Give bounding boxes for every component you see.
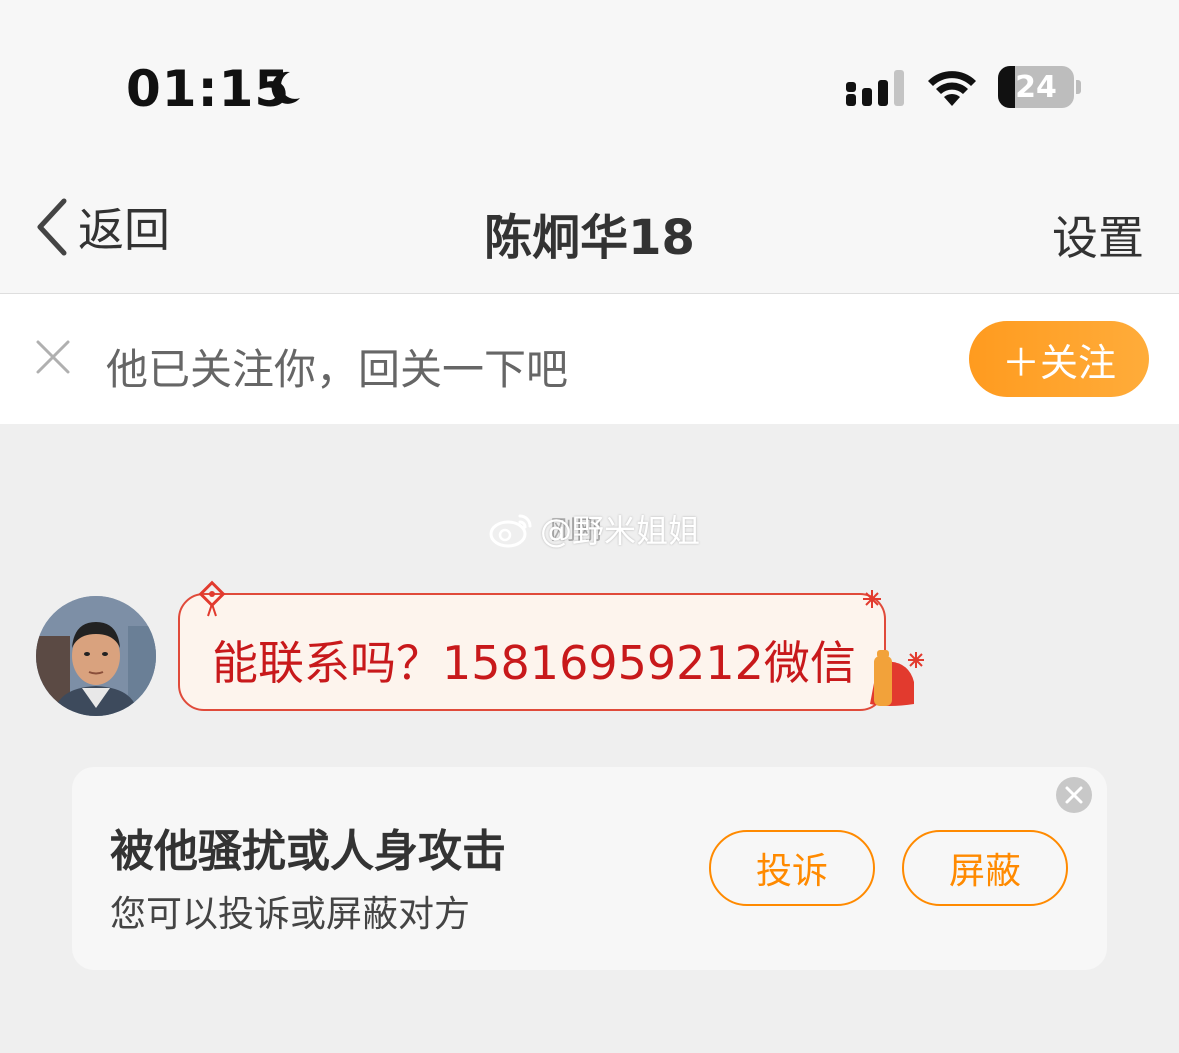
block-button[interactable]: 屏蔽 (902, 830, 1068, 906)
battery-tip (1076, 80, 1081, 94)
page-title: 陈炯华18 (484, 210, 695, 266)
moon-icon (271, 71, 300, 104)
avatar[interactable] (36, 596, 156, 716)
watermark: @野米姐姐 (488, 506, 700, 552)
cellular-signal-icon (846, 70, 904, 106)
nav-bar: 返回 陈炯华18 设置 (0, 160, 1179, 294)
fireworks-decoration-icon (863, 590, 924, 706)
chinese-knot-icon (198, 580, 226, 617)
follow-banner: 他已关注你，回关一下吧 ＋关注 (0, 294, 1179, 424)
watermark-text: @野米姐姐 (540, 512, 701, 550)
close-icon[interactable] (1056, 777, 1092, 813)
close-icon[interactable] (34, 338, 72, 376)
report-button[interactable]: 投诉 (709, 830, 875, 906)
battery-icon: 24 (998, 66, 1074, 108)
status-bar: 01:15 24 (0, 0, 1179, 160)
report-card: 被他骚扰或人身攻击 您可以投诉或屏蔽对方 投诉 屏蔽 (72, 767, 1107, 970)
wifi-icon (928, 71, 976, 106)
battery-level: 24 (1015, 70, 1057, 105)
weibo-logo-icon (489, 514, 532, 548)
follow-button[interactable]: ＋关注 (969, 321, 1149, 397)
message-text: 能联系吗？15816959212微信 (212, 636, 856, 690)
settings-button[interactable]: 设置 (1052, 202, 1144, 268)
report-card-title: 被他骚扰或人身攻击 (110, 826, 506, 877)
avatar-photo (36, 596, 156, 716)
follow-prompt-text: 他已关注你，回关一下吧 (106, 345, 569, 394)
message-bubble[interactable]: 能联系吗？15816959212微信 (178, 593, 886, 711)
report-card-subtitle: 您可以投诉或屏蔽对方 (110, 894, 471, 935)
